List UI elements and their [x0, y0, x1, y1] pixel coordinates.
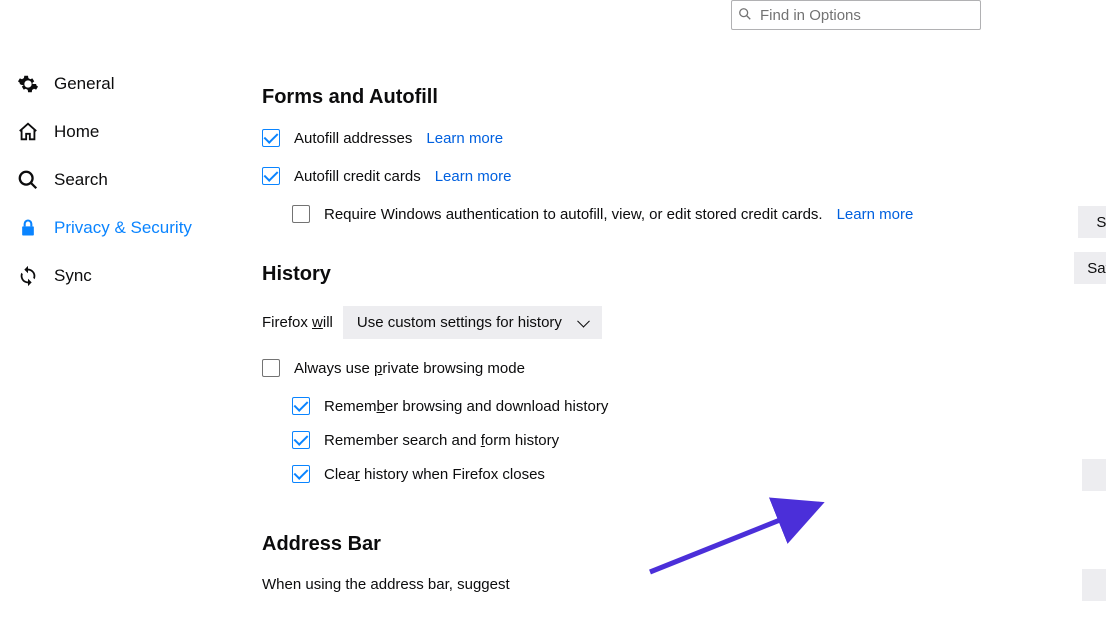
sync-icon [16, 264, 40, 288]
checkbox-autofill-cards[interactable] [262, 167, 280, 185]
label-addressbar-suggest: When using the address bar, suggest [262, 576, 510, 593]
search-input-wrapper[interactable] [731, 0, 981, 30]
checkbox-always-private[interactable] [262, 359, 280, 377]
saved-cards-button[interactable]: Saved Credit Cards... [1074, 252, 1106, 284]
label-remember-search: Remember search and form history [324, 432, 559, 449]
label-autofill-addresses: Autofill addresses [294, 130, 412, 147]
label-require-auth: Require Windows authentication to autofi… [324, 206, 823, 223]
sidebar-item-home[interactable]: Home [12, 108, 232, 156]
row-remember-search: Remember search and form history [292, 431, 984, 449]
row-autofill-addresses: Autofill addresses Learn more [262, 129, 984, 147]
link-learn-more-cards[interactable]: Learn more [435, 168, 512, 185]
sidebar-item-privacy[interactable]: Privacy & Security [12, 204, 232, 252]
label-always-private: Always use private browsing mode [294, 360, 525, 377]
row-always-private: Always use private browsing mode [262, 359, 984, 377]
search-icon [16, 168, 40, 192]
clear-history-button[interactable]: Clear History... [1082, 459, 1106, 491]
row-history-mode: Firefox will Use custom settings for his… [262, 306, 984, 339]
sidebar: General Home Search Privacy & Security S… [12, 60, 232, 300]
label-clear-on-close: Clear history when Firefox closes [324, 466, 545, 483]
row-autofill-cards: Autofill credit cards Learn more [262, 167, 984, 185]
dropdown-value: Use custom settings for history [357, 314, 562, 331]
row-clear-on-close: Clear history when Firefox closes [292, 465, 984, 483]
gear-icon [16, 72, 40, 96]
main-content: Forms and Autofill Autofill addresses Le… [262, 86, 984, 613]
sidebar-item-label: Search [54, 170, 108, 190]
label-remember-browsing: Remember browsing and download history [324, 398, 608, 415]
sidebar-item-label: Privacy & Security [54, 218, 192, 238]
checkbox-require-auth[interactable] [292, 205, 310, 223]
checkbox-clear-on-close[interactable] [292, 465, 310, 483]
search-input[interactable] [760, 7, 974, 24]
sidebar-item-label: General [54, 74, 114, 94]
sidebar-item-label: Home [54, 122, 99, 142]
sidebar-item-general[interactable]: General [12, 60, 232, 108]
home-icon [16, 120, 40, 144]
sidebar-item-search[interactable]: Search [12, 156, 232, 204]
settings-button[interactable]: Settings... [1082, 569, 1106, 601]
section-heading-addressbar: Address Bar [262, 533, 984, 556]
section-heading-forms: Forms and Autofill [262, 86, 984, 109]
row-remember-browsing: Remember browsing and download history [292, 397, 984, 415]
label-firefox-will: Firefox will [262, 314, 333, 331]
section-heading-history: History [262, 263, 984, 286]
label-autofill-cards: Autofill credit cards [294, 168, 421, 185]
link-learn-more-addresses[interactable]: Learn more [426, 130, 503, 147]
link-learn-more-auth[interactable]: Learn more [837, 206, 914, 223]
checkbox-remember-search[interactable] [292, 431, 310, 449]
checkbox-remember-browsing[interactable] [292, 397, 310, 415]
checkbox-autofill-addresses[interactable] [262, 129, 280, 147]
sidebar-item-sync[interactable]: Sync [12, 252, 232, 300]
lock-icon [16, 216, 40, 240]
history-mode-dropdown[interactable]: Use custom settings for history [343, 306, 602, 339]
row-addressbar-suggest: When using the address bar, suggest [262, 576, 984, 593]
sidebar-item-label: Sync [54, 266, 92, 286]
row-require-auth: Require Windows authentication to autofi… [292, 205, 984, 223]
saved-addresses-button[interactable]: Saved Addresses... [1078, 206, 1106, 238]
search-icon [738, 7, 754, 23]
